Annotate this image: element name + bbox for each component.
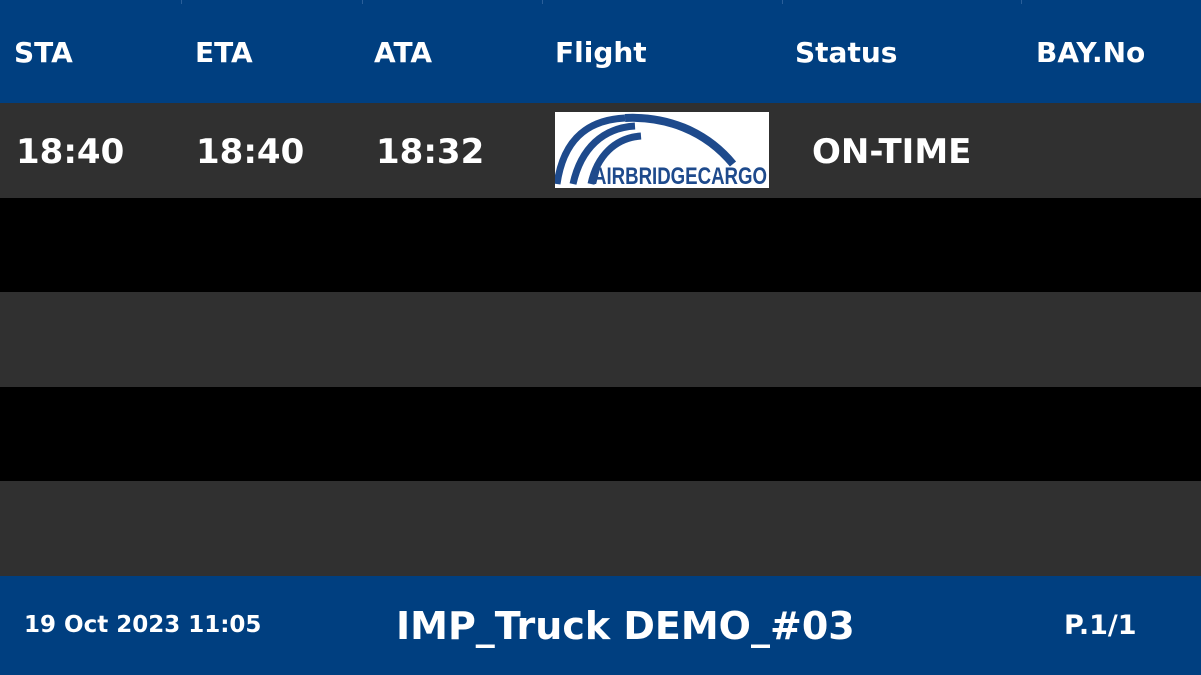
column-header-eta: ETA	[195, 36, 253, 69]
flight-row: 18:40 18:40 18:32 AIRBRIDGECARGO ON-TIME	[0, 103, 1201, 198]
board-footer: 19 Oct 2023 11:05 IMP_Truck DEMO_#03 P.1…	[0, 576, 1201, 675]
page-indicator: P.1/1	[1064, 610, 1137, 641]
sta-cell: 18:40	[16, 132, 125, 172]
logo-swoosh	[624, 113, 737, 167]
empty-row	[0, 481, 1201, 576]
header-divider	[542, 0, 543, 4]
ata-cell: 18:32	[376, 132, 485, 172]
airbridgecargo-logo-icon: AIRBRIDGECARGO	[555, 112, 769, 188]
footer-datetime: 19 Oct 2023 11:05	[24, 612, 262, 638]
header-divider	[1021, 0, 1022, 4]
empty-row	[0, 387, 1201, 482]
airbridgecargo-logo-svg: AIRBRIDGECARGO	[555, 113, 767, 188]
empty-row	[0, 198, 1201, 293]
logo-wordmark: AIRBRIDGECARGO	[593, 163, 767, 188]
footer-title: IMP_Truck DEMO_#03	[396, 604, 855, 648]
column-header-ata: ATA	[374, 36, 433, 69]
column-header-flight: Flight	[555, 36, 647, 69]
header-divider	[362, 0, 363, 4]
empty-row	[0, 292, 1201, 387]
header-divider	[181, 0, 182, 4]
header-divider	[782, 0, 783, 4]
column-header-sta: STA	[14, 36, 73, 69]
board-header: STA ETA ATA Flight Status BAY.No	[0, 0, 1201, 103]
column-header-bay: BAY.No	[1036, 36, 1146, 69]
eta-cell: 18:40	[196, 132, 305, 172]
column-header-status: Status	[795, 36, 898, 69]
status-cell: ON-TIME	[812, 132, 972, 172]
